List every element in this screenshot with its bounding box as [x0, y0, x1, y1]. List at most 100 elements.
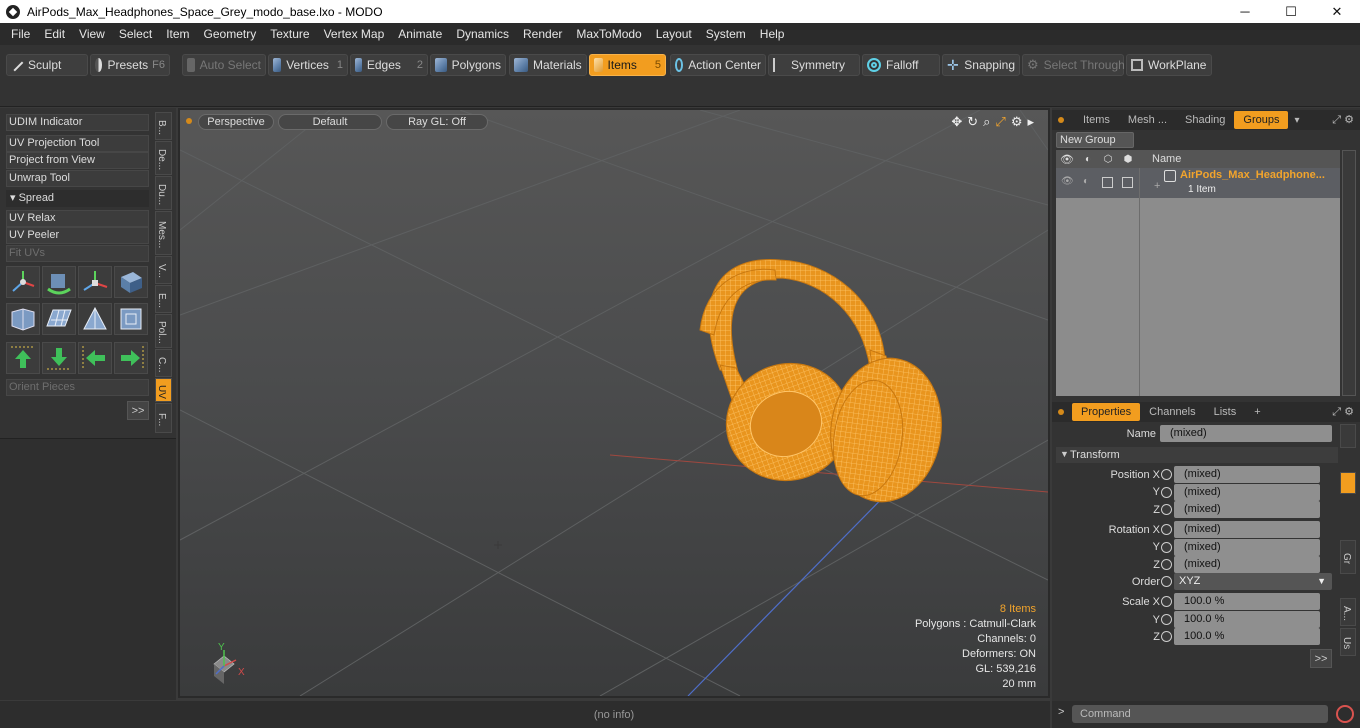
menu-layout[interactable]: Layout [649, 27, 699, 41]
view-perspective-dropdown[interactable]: Perspective [198, 114, 274, 130]
project-from-view-button[interactable]: Project from View [6, 152, 149, 169]
group-render-icon[interactable]: ◐ [1083, 176, 1089, 187]
position-z-field[interactable]: (mixed) [1174, 501, 1320, 518]
raygl-toggle[interactable]: Ray GL: Off [386, 114, 488, 130]
properties-more-button[interactable]: >> [1310, 649, 1332, 668]
items-button[interactable]: Items 5 [589, 54, 666, 76]
lock-col-icon[interactable]: ⬡ [1098, 154, 1118, 165]
uv-rotate-icon[interactable] [42, 266, 76, 298]
rotation-z-key-icon[interactable] [1161, 559, 1172, 570]
vtab-polygon[interactable]: Pol... [155, 314, 172, 348]
3d-viewport[interactable]: X Y Perspective Default Ray GL: Off ✥ ↻ … [178, 108, 1050, 698]
orient-pieces-button[interactable]: Orient Pieces [6, 379, 149, 396]
pan-icon[interactable]: ✥ [951, 114, 962, 130]
rotation-y-key-icon[interactable] [1161, 542, 1172, 553]
group-select-checkbox[interactable] [1122, 177, 1133, 188]
uv-scale-icon[interactable] [78, 266, 112, 298]
minimize-button[interactable]: ─ [1222, 0, 1268, 23]
rotation-x-field[interactable]: (mixed) [1174, 521, 1320, 538]
transform-collapse-icon[interactable]: ▼ [1060, 449, 1069, 459]
uv-left-icon[interactable] [78, 342, 112, 374]
menu-dynamics[interactable]: Dynamics [449, 27, 516, 41]
panel-menu-dot[interactable] [1058, 117, 1064, 123]
position-x-key-icon[interactable] [1161, 469, 1172, 480]
order-key-icon[interactable] [1161, 576, 1172, 587]
side-tab-groups[interactable]: Gr [1340, 540, 1356, 574]
menu-system[interactable]: System [699, 27, 753, 41]
scale-z-key-icon[interactable] [1161, 631, 1172, 642]
command-input[interactable]: Command [1072, 705, 1328, 723]
spread-header[interactable]: ▾ Spread [6, 190, 149, 207]
vtab-edge[interactable]: E... [155, 285, 172, 313]
sculpt-button[interactable]: Sculpt [6, 54, 88, 76]
menu-help[interactable]: Help [753, 27, 792, 41]
menu-texture[interactable]: Texture [263, 27, 316, 41]
vtab-deform[interactable]: De... [155, 141, 172, 175]
rotation-y-field[interactable]: (mixed) [1174, 539, 1320, 556]
presets-button[interactable]: Presets F6 [90, 54, 170, 76]
groups-scrollbar[interactable] [1342, 150, 1356, 396]
vtab-curve[interactable]: C... [155, 349, 172, 377]
edges-button[interactable]: Edges 2 [350, 54, 428, 76]
tabs-dropdown-icon[interactable]: ▾ [1294, 115, 1299, 126]
vtab-uv[interactable]: UV [155, 378, 172, 402]
name-field[interactable]: (mixed) [1160, 425, 1332, 442]
select-col-icon[interactable]: ⬢ [1118, 154, 1138, 165]
select-through-button[interactable]: ⚙ Select Through [1022, 54, 1125, 76]
menu-render[interactable]: Render [516, 27, 569, 41]
menu-maxtomodo[interactable]: MaxToModo [569, 27, 648, 41]
scale-y-field[interactable]: 100.0 % [1174, 611, 1320, 628]
position-y-key-icon[interactable] [1161, 487, 1172, 498]
snapping-button[interactable]: ✛ Snapping [942, 54, 1020, 76]
maximize-button[interactable]: ☐ [1268, 0, 1314, 23]
scale-z-field[interactable]: 100.0 % [1174, 628, 1320, 645]
group-lock-checkbox[interactable] [1102, 177, 1113, 188]
orbit-icon[interactable]: ↻ [967, 114, 978, 130]
workplane-button[interactable]: WorkPlane [1126, 54, 1212, 76]
record-macro-icon[interactable] [1336, 705, 1354, 723]
position-z-key-icon[interactable] [1161, 504, 1172, 515]
menu-item[interactable]: Item [159, 27, 196, 41]
scale-y-key-icon[interactable] [1161, 614, 1172, 625]
group-row[interactable]: 👁 ◐ + AirPods_Max_Headphone... 1 Item [1056, 168, 1340, 198]
uv-box-icon[interactable] [114, 303, 148, 335]
tab-shading[interactable]: Shading [1176, 111, 1234, 129]
uv-up-icon[interactable] [6, 342, 40, 374]
uv-projection-tool-button[interactable]: UV Projection Tool [6, 135, 149, 152]
uv-pyramid-icon[interactable] [78, 303, 112, 335]
vtab-vertex[interactable]: V... [155, 256, 172, 284]
new-group-button[interactable]: New Group [1056, 132, 1134, 148]
uv-unwrap-icon[interactable] [6, 303, 40, 335]
side-tab-user[interactable]: Us [1340, 628, 1356, 656]
action-center-button[interactable]: Action Center [670, 54, 766, 76]
polygons-button[interactable]: Polygons [430, 54, 506, 76]
menu-geometry[interactable]: Geometry [197, 27, 264, 41]
tab-channels[interactable]: Channels [1140, 403, 1204, 421]
tab-groups[interactable]: Groups [1234, 111, 1289, 129]
udim-indicator-button[interactable]: UDIM Indicator [6, 114, 149, 131]
properties-options-icons[interactable]: ⤢ ⚙ [1332, 405, 1354, 419]
fit-uvs-button[interactable]: Fit UVs [6, 245, 149, 262]
position-y-field[interactable]: (mixed) [1174, 484, 1320, 501]
maximize-viewport-icon[interactable]: ⤢ [995, 114, 1005, 130]
add-tab-button[interactable]: + [1245, 403, 1269, 421]
side-tab-assembly[interactable]: A... [1340, 598, 1356, 626]
vertices-button[interactable]: Vertices 1 [268, 54, 348, 76]
uv-relax-button[interactable]: UV Relax [6, 210, 149, 227]
auto-select-button[interactable]: Auto Select [182, 54, 266, 76]
close-button[interactable]: ✕ [1314, 0, 1360, 23]
uv-grid-icon[interactable] [42, 303, 76, 335]
vtab-basic[interactable]: B... [155, 112, 172, 140]
menu-view[interactable]: View [72, 27, 112, 41]
uv-right-icon[interactable] [114, 342, 148, 374]
menu-animate[interactable]: Animate [391, 27, 449, 41]
uv-peeler-button[interactable]: UV Peeler [6, 227, 149, 244]
transform-section[interactable]: Transform [1056, 447, 1338, 463]
vtab-fusion[interactable]: F... [155, 403, 172, 433]
position-x-field[interactable]: (mixed) [1174, 466, 1320, 483]
vtab-mesh[interactable]: Mes... [155, 211, 172, 255]
rotation-x-key-icon[interactable] [1161, 524, 1172, 535]
tab-lists[interactable]: Lists [1205, 403, 1246, 421]
materials-button[interactable]: Materials [509, 54, 587, 76]
render-col-icon[interactable]: ◐ [1078, 154, 1098, 165]
